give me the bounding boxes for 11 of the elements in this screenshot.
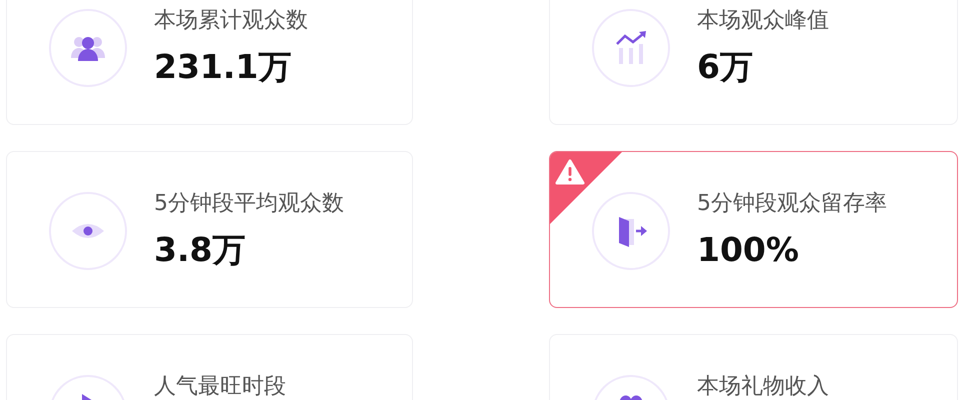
stat-label: 5分钟段观众留存率 [697,190,887,218]
stat-value: 100% [697,229,800,271]
stat-label: 本场累计观众数 [154,7,308,35]
warning-corner-icon [550,152,622,224]
stat-label: 人气最旺时段 [154,373,286,400]
stat-value: 3.8万 [154,229,246,271]
stat-label: 本场礼物收入 [697,373,829,400]
stat-value: 6万 [697,46,754,88]
stat-label: 本场观众峰值 [697,7,829,35]
stat-value: 231.1万 [154,46,292,88]
stat-label: 5分钟段平均观众数 [154,190,344,218]
